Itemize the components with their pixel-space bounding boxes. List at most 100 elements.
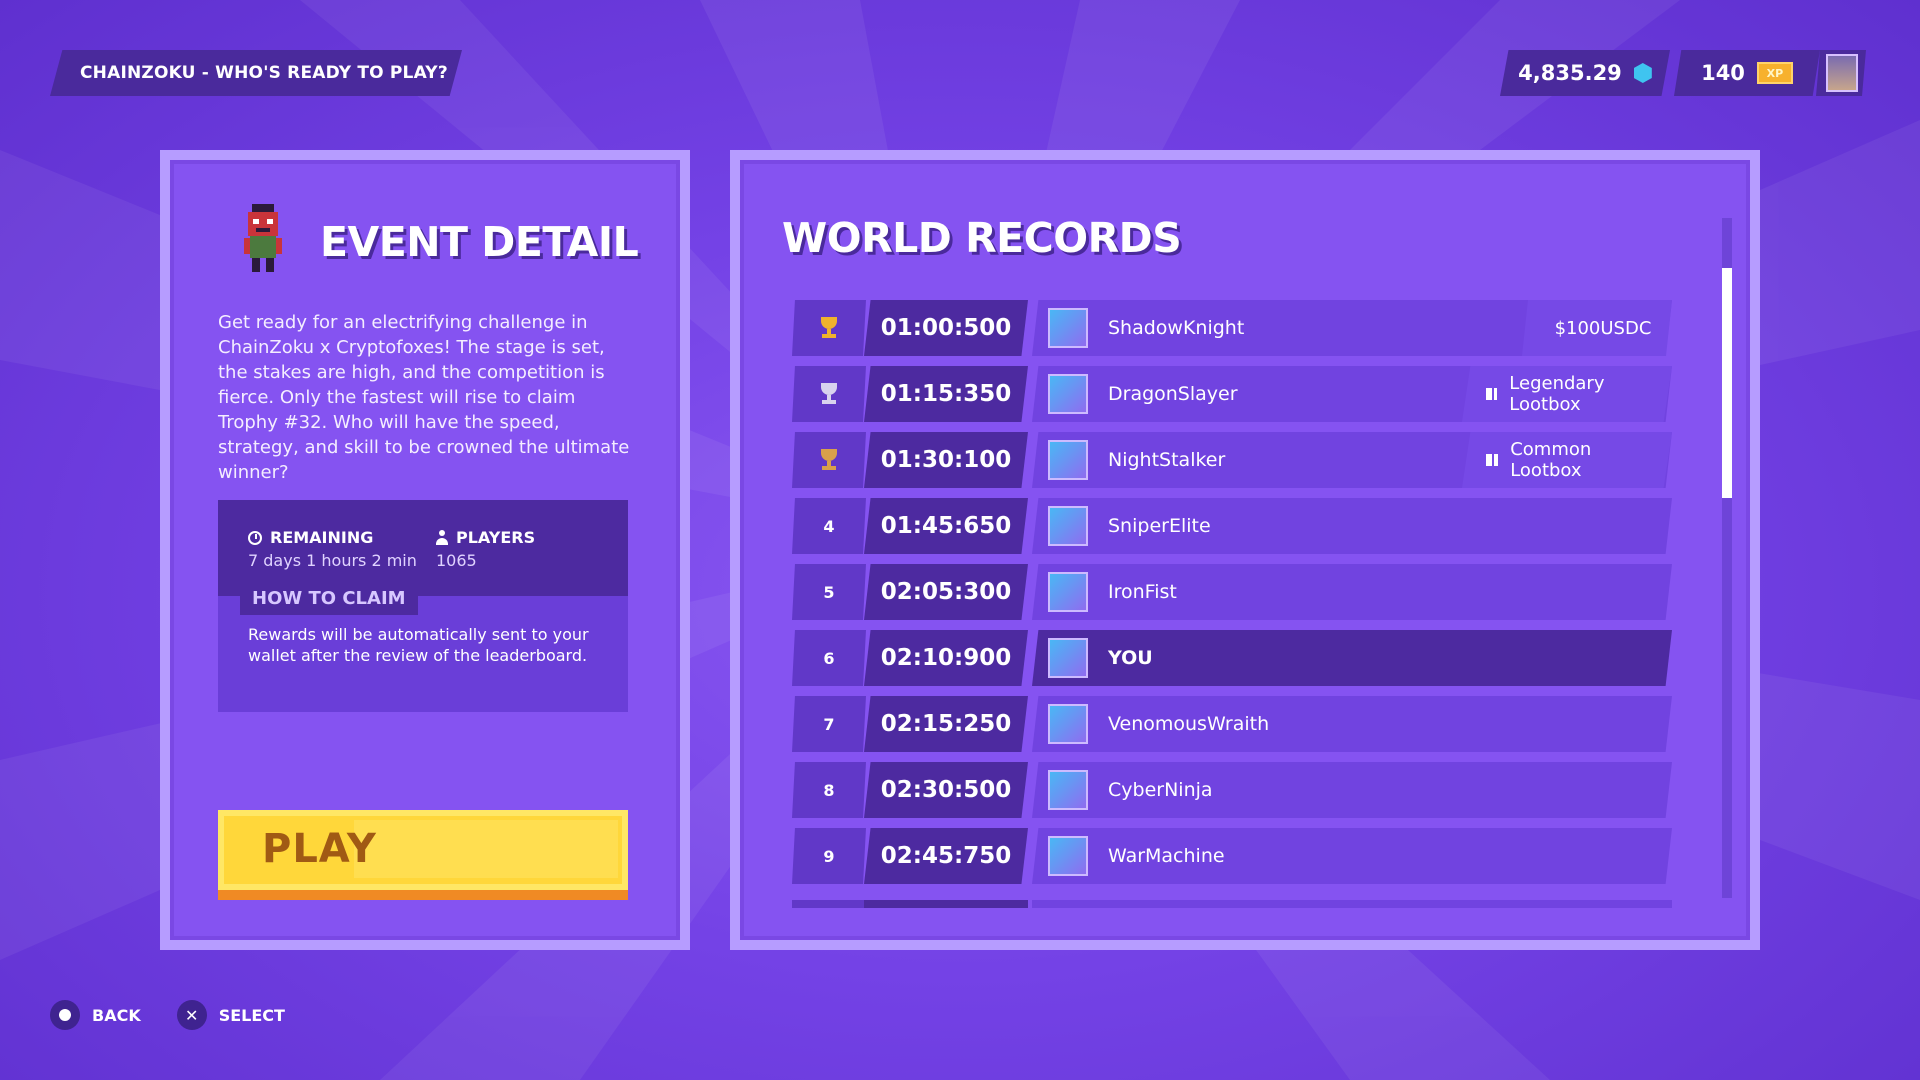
rank-cell: 5: [792, 564, 866, 620]
player-avatar-icon: [1048, 770, 1088, 810]
avatar-icon: [1826, 54, 1858, 92]
player-avatar-icon: [1048, 836, 1088, 876]
rank-cell: [792, 366, 866, 422]
player-name: IronFist: [1108, 581, 1177, 603]
player-name: CyberNinja: [1108, 779, 1213, 801]
player-avatar-icon: [1048, 506, 1088, 546]
how-to-claim-label: HOW TO CLAIM: [240, 582, 418, 615]
players-label: PLAYERS: [456, 528, 536, 547]
rank-cell: [792, 432, 866, 488]
remaining-value: 7 days 1 hours 2 min: [248, 551, 417, 570]
remaining-label: REMAINING: [270, 528, 374, 547]
player-avatar-icon: [1048, 704, 1088, 744]
player-cell: SniperElite: [1032, 498, 1672, 554]
event-detail-panel: EVENT DETAIL Get ready for an electrifyi…: [160, 150, 690, 950]
player-avatar-icon: [1048, 572, 1088, 612]
event-detail-title: EVENT DETAIL: [320, 218, 639, 266]
rank-cell: 8: [792, 762, 866, 818]
prize-label: $100USDC: [1554, 317, 1652, 339]
player-avatar-icon: [1048, 308, 1088, 348]
rank-number: 8: [823, 780, 835, 800]
leaderboard-row[interactable]: 7 02:15:250 VenomousWraith: [792, 696, 1672, 752]
trophy-icon: [818, 383, 840, 405]
controller-hints: BACK ✕ SELECT: [50, 1000, 309, 1030]
remaining-block: REMAINING 7 days 1 hours 2 min: [248, 528, 417, 570]
play-button-pattern: [354, 820, 618, 878]
prize-cell: Legendary Lootbox: [1462, 366, 1672, 422]
rank-number: 6: [823, 648, 835, 668]
event-info-box: REMAINING 7 days 1 hours 2 min PLAYERS 1…: [218, 500, 628, 712]
event-description: Get ready for an electrifying challenge …: [218, 312, 630, 483]
players-block: PLAYERS 1065: [436, 528, 535, 570]
balance-value: 4,835.29: [1518, 61, 1622, 85]
player-name: YOU: [1108, 647, 1153, 669]
scrollbar-thumb[interactable]: [1722, 268, 1732, 498]
player-cell: IronFist: [1032, 564, 1672, 620]
player-name: WarMachine: [1108, 845, 1225, 867]
record-time: 02:30:500: [864, 762, 1028, 818]
player-cell: CyberNinja: [1032, 762, 1672, 818]
prize-cell: Common Lootbox: [1462, 432, 1672, 488]
record-time: 02:05:300: [864, 564, 1028, 620]
world-records-panel: WORLD RECORDS 01:00:500 ShadowKnight $100U…: [730, 150, 1760, 950]
rank-cell: [792, 300, 866, 356]
profile-avatar[interactable]: [1816, 50, 1866, 96]
xp-display: 140 XP: [1674, 50, 1820, 96]
how-to-claim-section: HOW TO CLAIM Rewards will be automatical…: [218, 582, 628, 712]
player-cell: VenomousWraith: [1032, 696, 1672, 752]
select-label: SELECT: [218, 1005, 285, 1025]
leaderboard-row[interactable]: 8 02:30:500 CyberNinja: [792, 762, 1672, 818]
trophy-icon: [818, 449, 840, 471]
player-avatar-icon: [1048, 374, 1088, 414]
record-time: 01:30:100: [864, 432, 1028, 488]
gift-icon: [1486, 384, 1498, 400]
xp-value: 140: [1701, 61, 1745, 85]
record-time: 02:15:250: [864, 696, 1028, 752]
player-name: SniperElite: [1108, 515, 1211, 537]
rank-cell: 7: [792, 696, 866, 752]
leaderboard-row[interactable]: 9 02:45:750 WarMachine: [792, 828, 1672, 884]
rank-cell: 9: [792, 828, 866, 884]
leaderboard-row[interactable]: 01:30:100 NightStalker Common Lootbox: [792, 432, 1672, 488]
record-time: 01:00:500: [864, 300, 1028, 356]
leaderboard-list: 01:00:500 ShadowKnight $100USDC 01:15:350 Dr…: [792, 300, 1672, 894]
leaderboard-row[interactable]: 01:00:500 ShadowKnight $100USDC: [792, 300, 1672, 356]
gem-icon: [1633, 63, 1652, 83]
rank-number: 7: [823, 714, 835, 734]
clock-icon: [248, 530, 262, 545]
cross-button-icon[interactable]: ✕: [176, 1000, 207, 1030]
rank-cell: 4: [792, 498, 866, 554]
prize-label: Legendary Lootbox: [1509, 373, 1605, 415]
player-name: ShadowKnight: [1108, 317, 1245, 339]
rank-number: 9: [823, 846, 835, 866]
player-cell: WarMachine: [1032, 828, 1672, 884]
rank-number: 5: [823, 582, 835, 602]
record-time: 01:45:650: [864, 498, 1028, 554]
play-button[interactable]: PLAY: [218, 810, 628, 900]
balance-display: 4,835.29: [1500, 50, 1670, 96]
players-value: 1065: [436, 551, 477, 570]
circle-button-icon[interactable]: [50, 1000, 80, 1030]
back-label: BACK: [92, 1005, 141, 1025]
record-time: 02:45:750: [864, 828, 1028, 884]
prize-cell: $100USDC: [1522, 300, 1672, 356]
player-name: NightStalker: [1108, 449, 1226, 471]
leaderboard-row[interactable]: 4 01:45:650 SniperElite: [792, 498, 1672, 554]
leaderboard-row[interactable]: 6 02:10:900 YOU: [792, 630, 1672, 686]
player-avatar-icon: [1048, 638, 1088, 678]
leaderboard-scrollbar[interactable]: [1722, 218, 1732, 898]
game-title-banner: CHAINZOKU - WHO'S READY TO PLAY?: [50, 50, 462, 96]
leaderboard-row[interactable]: 01:15:350 DragonSlayer Legendary Lootbox: [792, 366, 1672, 422]
record-time: 02:10:900: [864, 630, 1028, 686]
player-avatar-icon: [1048, 440, 1088, 480]
rank-number: 4: [823, 516, 835, 536]
player-cell: YOU: [1032, 630, 1672, 686]
world-records-title: WORLD RECORDS: [782, 214, 1182, 262]
leaderboard-next-row-partial: [792, 900, 1672, 908]
leaderboard-row[interactable]: 5 02:05:300 IronFist: [792, 564, 1672, 620]
rank-cell: 6: [792, 630, 866, 686]
player-name: DragonSlayer: [1108, 383, 1238, 405]
prize-label: Common Lootbox: [1510, 439, 1592, 481]
play-label: PLAY: [262, 826, 377, 872]
game-title: CHAINZOKU - WHO'S READY TO PLAY?: [80, 63, 448, 83]
